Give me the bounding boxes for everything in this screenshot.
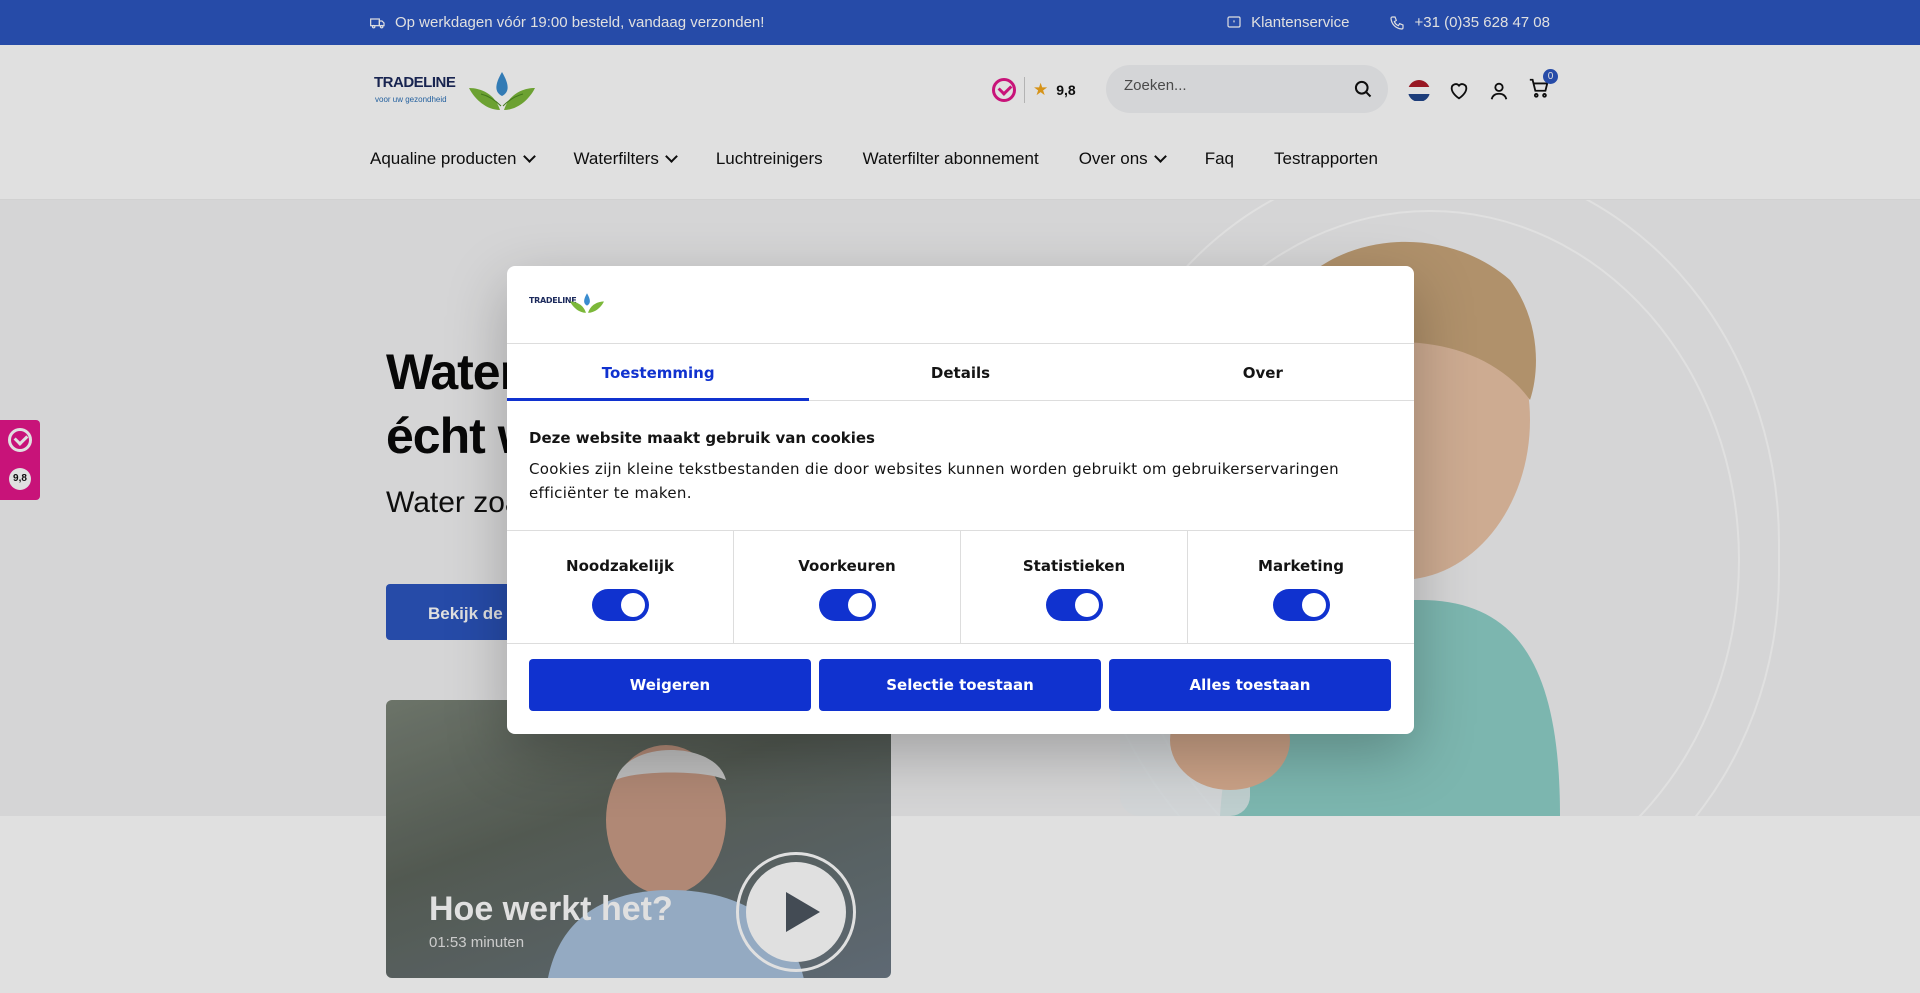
shipping-text: Op werkdagen vóór 19:00 besteld, vandaag… xyxy=(395,14,765,31)
leaf-drop-logo-icon xyxy=(469,72,535,110)
truck-icon xyxy=(370,17,385,28)
pref-marketing: Marketing xyxy=(1188,531,1414,643)
chevron-down-icon xyxy=(664,150,678,163)
side-badge-score: 9,8 xyxy=(9,468,31,490)
logo-text: TRADELINE xyxy=(374,74,456,91)
nav-item-label: Testrapporten xyxy=(1273,149,1378,168)
kiyoh-side-badge[interactable]: 9,8 xyxy=(0,420,40,500)
cookie-consent-dialog: TRADELINE Toestemming Details Over Deze … xyxy=(507,266,1414,734)
main-navigation: Aqualine producten Waterfilters Luchtrei… xyxy=(370,149,1378,169)
site-logo[interactable]: TRADELINE voor uw gezondheid xyxy=(372,70,537,112)
logo-tagline: voor uw gezondheid xyxy=(375,95,447,104)
customer-service-label: Klantenservice xyxy=(1251,14,1350,31)
search-box[interactable] xyxy=(1106,65,1388,113)
chevron-down-icon xyxy=(1153,150,1167,163)
reject-button[interactable]: Weigeren xyxy=(529,659,811,711)
top-announcement-bar: Op werkdagen vóór 19:00 besteld, vandaag… xyxy=(0,0,1920,45)
search-icon[interactable] xyxy=(1353,79,1373,99)
video-duration: 01:53 minuten xyxy=(429,934,525,951)
shipping-notice: Op werkdagen vóór 19:00 besteld, vandaag… xyxy=(370,14,764,31)
nav-item-luchtreinigers[interactable]: Luchtreinigers xyxy=(716,149,823,169)
customer-service-link[interactable]: Klantenservice xyxy=(1226,14,1349,31)
hero-subtitle: Water zoa xyxy=(386,486,522,519)
nav-item-faq[interactable]: Faq xyxy=(1205,149,1234,169)
dialog-text: Cookies zijn kleine tekstbestanden die d… xyxy=(529,460,1339,502)
play-icon xyxy=(746,862,846,962)
nav-item-label: Waterfilters xyxy=(573,149,659,168)
kiyoh-icon xyxy=(992,78,1016,102)
nav-item-label: Waterfilter abonnement xyxy=(862,149,1039,168)
rating-divider xyxy=(1024,77,1025,103)
dutch-flag-icon[interactable] xyxy=(1408,79,1430,102)
dialog-body: Deze website maakt gebruik van cookies C… xyxy=(529,429,1389,505)
statistieken-toggle[interactable] xyxy=(1045,589,1103,621)
nav-item-over-ons[interactable]: Over ons xyxy=(1078,149,1167,169)
dialog-buttons: Weigeren Selectie toestaan Alles toestaa… xyxy=(529,659,1391,711)
noodzakelijk-toggle[interactable] xyxy=(591,589,649,621)
cart-count-badge: 0 xyxy=(1543,69,1558,84)
video-card[interactable]: Hoe werkt het? 01:53 minuten xyxy=(386,700,891,978)
pref-label: Voorkeuren xyxy=(798,557,896,575)
star-icon: ★ xyxy=(1033,80,1049,99)
review-rating[interactable]: ★ 9,8 xyxy=(992,77,1076,103)
tab-over[interactable]: Over xyxy=(1112,344,1414,400)
search-input[interactable] xyxy=(1124,77,1344,94)
voorkeuren-toggle[interactable] xyxy=(818,589,876,621)
nav-item-waterfilter-abonnement[interactable]: Waterfilter abonnement xyxy=(863,149,1039,169)
nav-item-label: Aqualine producten xyxy=(370,149,517,168)
header-icons: 0 xyxy=(1408,69,1558,104)
cart-button[interactable]: 0 xyxy=(1528,69,1558,104)
pref-label: Statistieken xyxy=(1022,557,1126,575)
chat-icon xyxy=(1227,15,1241,28)
marketing-toggle[interactable] xyxy=(1272,589,1330,621)
pref-label: Marketing xyxy=(1258,557,1344,575)
nav-item-label: Faq xyxy=(1204,149,1234,168)
video-title: Hoe werkt het? xyxy=(429,890,673,928)
phone-number: +31 (0)35 628 47 08 xyxy=(1414,14,1550,31)
allow-all-button[interactable]: Alles toestaan xyxy=(1109,659,1391,711)
tab-toestemming[interactable]: Toestemming xyxy=(507,344,810,401)
nav-item-testrapporten[interactable]: Testrapporten xyxy=(1274,149,1378,169)
play-button[interactable] xyxy=(736,852,856,972)
dialog-tabs: Toestemming Details Over xyxy=(507,343,1414,401)
nav-item-label: Luchtreinigers xyxy=(715,149,823,168)
phone-icon xyxy=(1390,15,1405,30)
nav-item-label: Over ons xyxy=(1078,149,1148,168)
pref-noodzakelijk: Noodzakelijk xyxy=(507,531,734,643)
nav-item-aqualine-producten[interactable]: Aqualine producten xyxy=(370,149,536,169)
pref-label: Noodzakelijk xyxy=(566,557,674,575)
allow-selection-button[interactable]: Selectie toestaan xyxy=(819,659,1101,711)
site-header: TRADELINE voor uw gezondheid ★ 9,8 0 Aqu… xyxy=(0,45,1920,200)
nav-item-waterfilters[interactable]: Waterfilters xyxy=(573,149,678,169)
kiyoh-icon xyxy=(8,428,32,452)
tab-details[interactable]: Details xyxy=(809,344,1111,400)
user-icon[interactable] xyxy=(1488,80,1510,102)
dialog-heading: Deze website maakt gebruik van cookies xyxy=(529,429,875,447)
pref-statistieken: Statistieken xyxy=(961,531,1188,643)
heart-icon[interactable] xyxy=(1448,80,1470,102)
phone-link[interactable]: +31 (0)35 628 47 08 xyxy=(1389,14,1550,31)
chevron-down-icon xyxy=(522,150,536,163)
dialog-logo: TRADELINE xyxy=(529,292,609,316)
leaf-drop-logo-icon xyxy=(570,293,604,313)
rating-score: 9,8 xyxy=(1056,82,1076,98)
pref-voorkeuren: Voorkeuren xyxy=(734,531,961,643)
cookie-preferences: Noodzakelijk Voorkeuren Statistieken Mar… xyxy=(507,530,1414,644)
